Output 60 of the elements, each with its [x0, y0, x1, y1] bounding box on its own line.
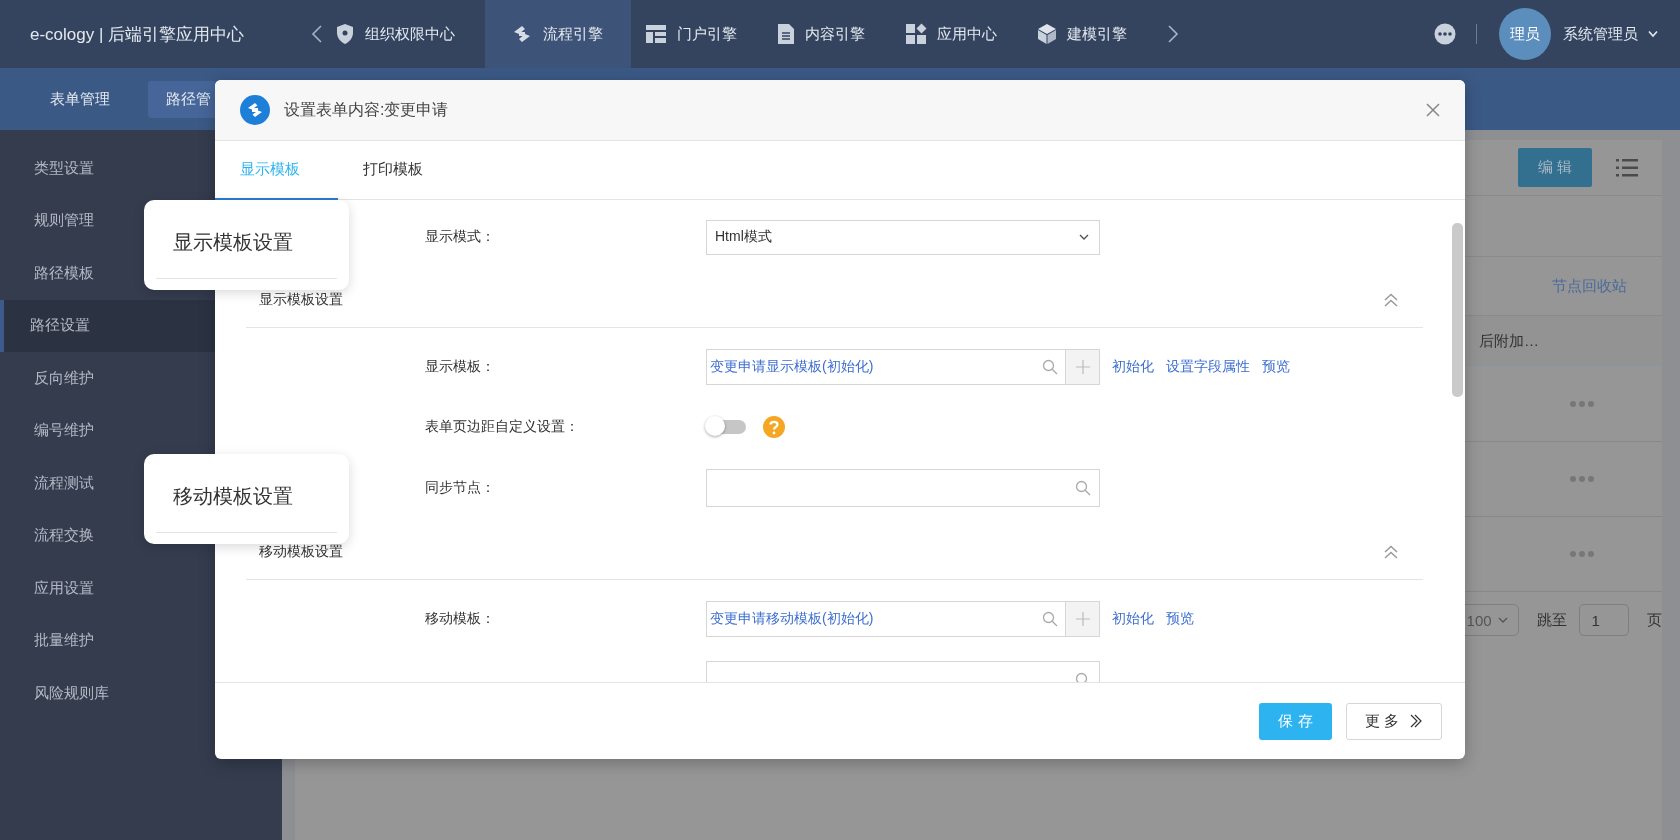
plus-icon[interactable] [1075, 360, 1090, 374]
callout-text: 移动模板设置 [173, 484, 293, 509]
nav-tab[interactable]: 建模引擎 [1031, 0, 1161, 68]
collapse-icon[interactable] [1383, 293, 1399, 307]
jump-label: 跳至 [1536, 610, 1567, 630]
nav-tab[interactable]: 流程引擎 [485, 0, 631, 68]
dialog-title: 设置表单内容:变更申请 [284, 99, 449, 120]
column-header: 后附加… [1479, 331, 1539, 351]
double-chevron-icon [1409, 714, 1424, 728]
caret-icon [1079, 233, 1089, 241]
field-label: 显示模式： [425, 228, 496, 246]
page-input[interactable]: 1 [1578, 604, 1629, 636]
more-icon[interactable] [1434, 23, 1456, 45]
action-link[interactable]: 初始化 [1112, 358, 1154, 376]
action-link[interactable]: 初始化 [1112, 610, 1154, 628]
page-suffix: 页 [1647, 610, 1662, 630]
field-label: 同步节点： [425, 479, 496, 497]
flow-logo-icon [240, 95, 270, 125]
search-icon[interactable] [1042, 359, 1058, 375]
field-label: 表单页边距自定义设置： [425, 418, 580, 436]
user-name[interactable]: 系统管理员 [1563, 24, 1638, 44]
app-title: e-cology | 后端引擎应用中心 [30, 23, 246, 46]
nav-tab[interactable]: 应用中心 [899, 0, 1031, 68]
chevron-right-icon[interactable] [1167, 24, 1179, 44]
action-link[interactable]: 预览 [1262, 358, 1290, 376]
collapse-icon[interactable] [1383, 545, 1399, 559]
field-label: 显示模板： [425, 358, 496, 376]
chevron-left-icon[interactable] [311, 24, 323, 44]
action-link[interactable]: 设置字段属性 [1166, 358, 1250, 376]
row-actions-icon[interactable] [1570, 401, 1594, 407]
caret-icon[interactable] [1648, 30, 1658, 38]
more-button[interactable]: 更 多 [1346, 702, 1442, 740]
cube-icon [1037, 23, 1057, 45]
user-avatar[interactable]: 理员 [1499, 8, 1551, 60]
close-icon[interactable] [1425, 102, 1441, 118]
list-icon[interactable] [1616, 158, 1638, 177]
template-browse-field[interactable]: 变更申请移动模板(初始化) [706, 601, 1100, 637]
apps-icon [905, 23, 927, 45]
row-actions-icon[interactable] [1570, 476, 1594, 482]
plus-icon[interactable] [1075, 612, 1090, 626]
dialog-tab[interactable]: 打印模板 [338, 141, 458, 200]
layout-icon [645, 24, 667, 44]
nav-tab[interactable]: 门户引擎 [639, 0, 771, 68]
shield-icon [335, 23, 355, 45]
search-icon[interactable] [1075, 480, 1091, 496]
callout-text: 显示模板设置 [173, 230, 293, 255]
search-field[interactable] [706, 469, 1100, 507]
template-browse-field[interactable]: 变更申请显示模板(初始化) [706, 349, 1100, 385]
field-label: 移动模板： [425, 610, 496, 628]
nav-tab[interactable]: 内容引擎 [771, 0, 899, 68]
mode-select[interactable]: Html模式 [706, 219, 1100, 255]
action-link[interactable]: 预览 [1166, 610, 1194, 628]
search-icon[interactable] [1042, 611, 1058, 627]
document-icon [777, 23, 795, 45]
help-icon[interactable] [763, 416, 785, 438]
caret-icon [1497, 616, 1508, 624]
section-title: 移动模板设置 [259, 543, 343, 561]
row-actions-icon[interactable] [1570, 551, 1594, 557]
scrollbar[interactable] [1452, 223, 1463, 397]
sub-nav-tab[interactable]: 表单管理 [32, 80, 128, 118]
